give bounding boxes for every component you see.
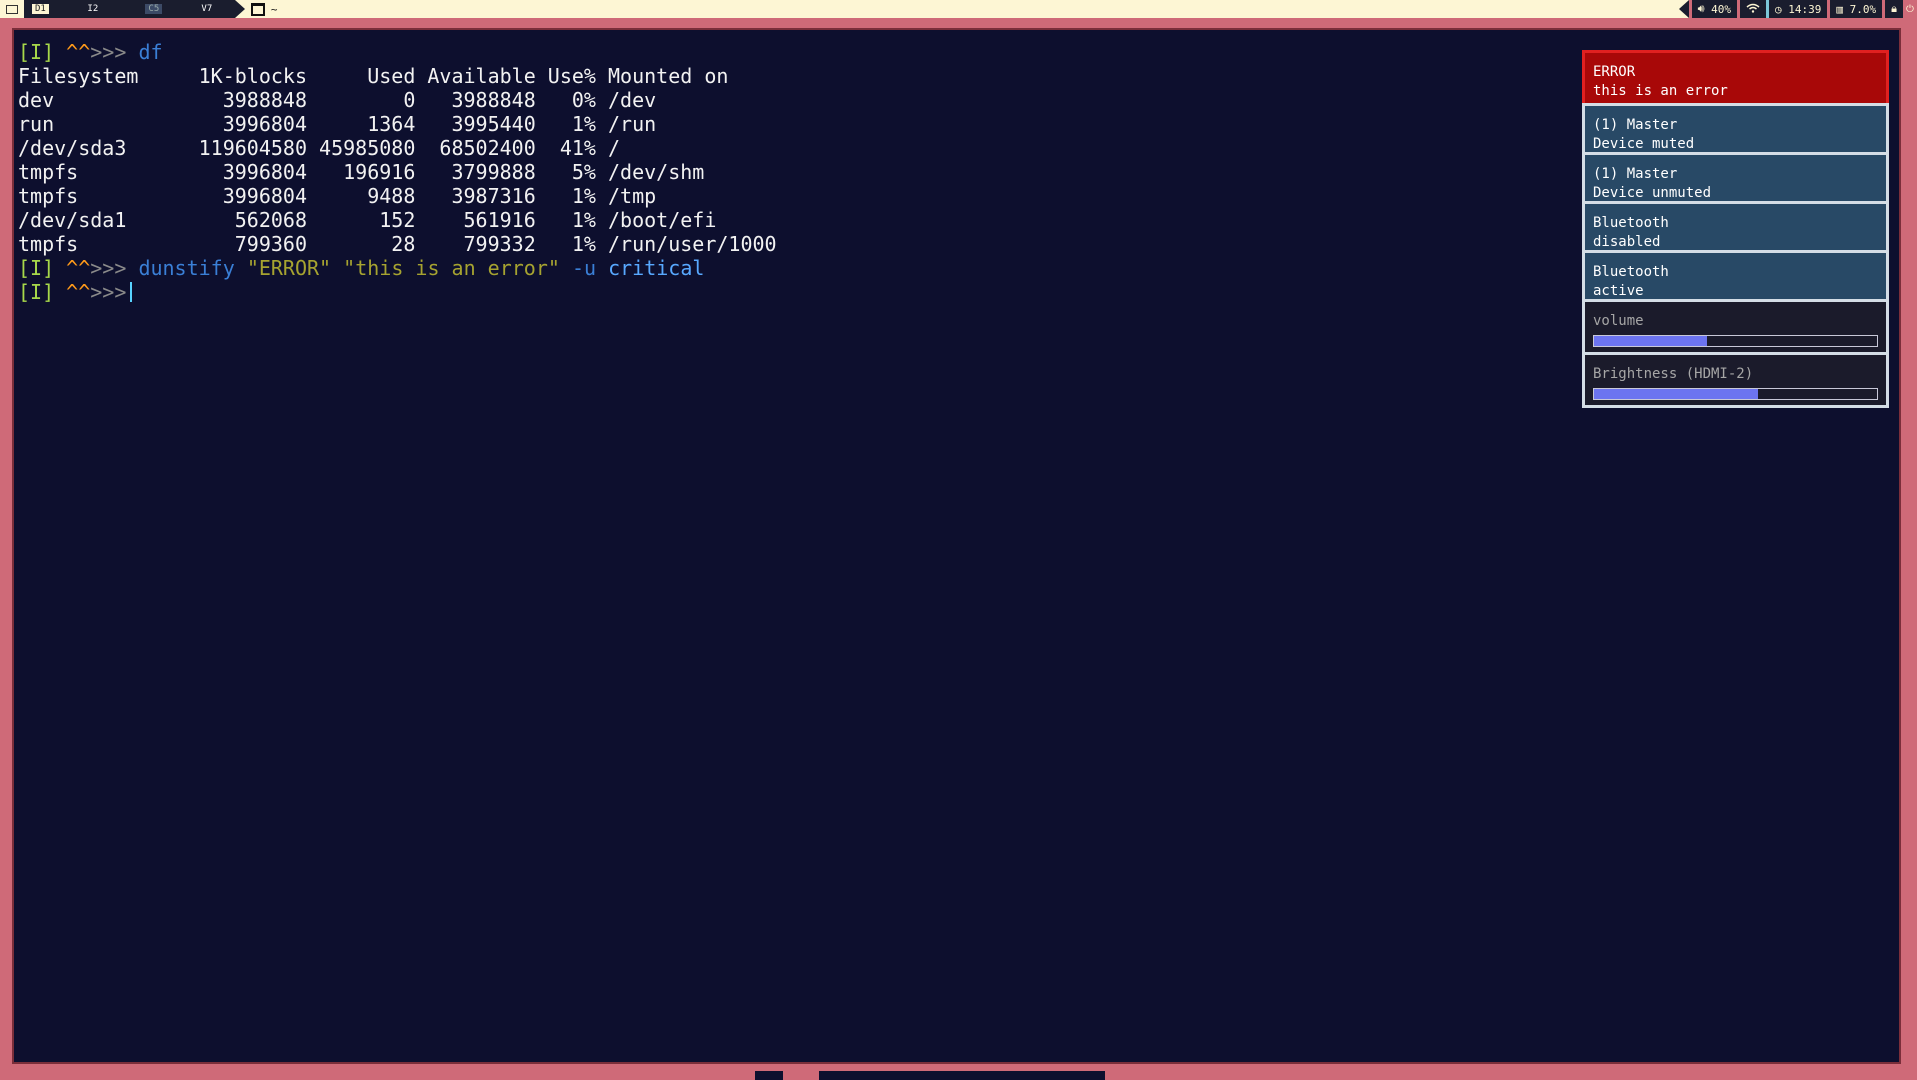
notification-low[interactable]: volume xyxy=(1582,299,1889,355)
bar-right: 🔊︎ 40% ◷ 14:39 ▥ 7.0% 🔒︎ ⏻ xyxy=(1678,0,1917,18)
volume-progress-bar xyxy=(1593,335,1878,347)
prompt-arrows: >>> xyxy=(90,280,127,304)
notification-summary: Bluetooth xyxy=(1593,264,1669,280)
prompt-mode: [I] xyxy=(18,280,55,304)
notification-summary: Bluetooth xyxy=(1593,215,1669,231)
workspace-label: I2 xyxy=(87,4,99,14)
notification-summary: ERROR xyxy=(1593,64,1636,80)
power-button[interactable]: ⏻ xyxy=(1903,0,1917,18)
progress-fill xyxy=(1594,389,1759,399)
command-flag: -u xyxy=(571,256,597,280)
notification-normal[interactable]: (1) Master Device muted xyxy=(1582,103,1889,155)
volume-status[interactable]: 🔊︎ 40% xyxy=(1691,0,1738,18)
window-title-text: ~ xyxy=(270,2,278,16)
powerline-separator xyxy=(1678,0,1689,18)
clock-status[interactable]: ◷ 14:39 xyxy=(1769,0,1828,18)
notification-summary: Brightness (HDMI-2) xyxy=(1593,366,1754,382)
workspace-label: V7 xyxy=(201,4,213,14)
clock-value: 14:39 xyxy=(1788,2,1822,16)
cpu-status[interactable]: ▥ 7.0% xyxy=(1830,0,1883,18)
notification-normal[interactable]: Bluetooth disabled xyxy=(1582,201,1889,253)
command-name: dunstify xyxy=(138,256,235,280)
lock-button[interactable]: 🔒︎ xyxy=(1885,0,1903,18)
prompt: [I] ^^>>> xyxy=(18,40,126,64)
notification-stack: ERROR this is an error (1) Master Device… xyxy=(1582,50,1889,408)
lock-icon: 🔒︎ xyxy=(1891,2,1897,15)
prompt-arrows: >>> xyxy=(90,256,127,280)
notification-summary: (1) Master xyxy=(1593,166,1678,182)
layout-icon[interactable] xyxy=(0,0,24,18)
window-title: ~ xyxy=(245,0,278,18)
cpu-value: 7.0% xyxy=(1849,2,1877,16)
workspace-label: C5 xyxy=(145,4,163,14)
volume-value: 40% xyxy=(1711,2,1732,16)
df-row: dev 3988848 0 3988848 0% /dev xyxy=(18,88,657,112)
bottom-edge-gap xyxy=(783,1071,819,1080)
prompt-carets: ^^ xyxy=(66,40,91,64)
prompt-carets: ^^ xyxy=(66,256,91,280)
prompt-mode: [I] xyxy=(18,40,55,64)
workspace-1[interactable]: D1 xyxy=(24,0,57,18)
df-row: /dev/sda1 562068 152 561916 1% /boot/efi xyxy=(18,208,717,232)
window-icon xyxy=(250,2,265,16)
df-row: run 3996804 1364 3995440 1% /run xyxy=(18,112,657,136)
workspace-4[interactable]: V7 xyxy=(178,0,235,18)
notification-normal[interactable]: Bluetooth active xyxy=(1582,250,1889,302)
cpu-icon: ▥ xyxy=(1836,2,1850,16)
workspace-3[interactable]: C5 xyxy=(128,0,179,18)
notification-body: this is an error xyxy=(1593,83,1728,99)
df-row: tmpfs 3996804 196916 3799888 5% /dev/shm xyxy=(18,160,705,184)
powerline-separator xyxy=(234,0,245,18)
clock-icon: ◷ xyxy=(1775,2,1789,16)
prompt: [I] ^^>>> xyxy=(18,256,126,280)
df-row: tmpfs 799360 28 799332 1% /run/user/1000 xyxy=(18,232,777,256)
command-arg: "this is an error" xyxy=(343,256,560,280)
text-cursor[interactable] xyxy=(130,282,133,302)
prompt-arrows: >>> xyxy=(90,40,127,64)
top-bar: D1 I2 C5 V7 ~ 🔊︎ 40% ◷ 14:39 ▥ 7.0% 🔒︎ ⏻ xyxy=(0,0,1917,18)
df-row: /dev/sda3 119604580 45985080 68502400 41… xyxy=(18,136,621,160)
wifi-status[interactable] xyxy=(1740,0,1767,18)
notification-summary: volume xyxy=(1593,313,1644,329)
bottom-edge xyxy=(755,1071,1105,1080)
command-text: df xyxy=(138,40,163,64)
df-header: Filesystem 1K-blocks Used Available Use%… xyxy=(18,64,729,88)
notification-low[interactable]: Brightness (HDMI-2) xyxy=(1582,352,1889,408)
notification-critical[interactable]: ERROR this is an error xyxy=(1582,50,1889,106)
power-icon: ⏻ xyxy=(1906,3,1914,15)
workspace-2[interactable]: I2 xyxy=(56,0,129,18)
workspace-label: D1 xyxy=(32,4,49,14)
command-arg: "ERROR" xyxy=(246,256,332,280)
prompt-carets: ^^ xyxy=(66,280,91,304)
command-flag-value: critical xyxy=(608,256,705,280)
notification-normal[interactable]: (1) Master Device unmuted xyxy=(1582,152,1889,204)
wifi-icon xyxy=(1746,3,1760,16)
speaker-icon: 🔊︎ xyxy=(1697,2,1712,15)
prompt-mode: [I] xyxy=(18,256,55,280)
brightness-progress-bar xyxy=(1593,388,1878,400)
notification-summary: (1) Master xyxy=(1593,117,1678,133)
terminal-output: [I] ^^>>> df Filesystem 1K-blocks Used A… xyxy=(18,40,777,304)
df-row: tmpfs 3996804 9488 3987316 1% /tmp xyxy=(18,184,657,208)
prompt: [I] ^^>>> xyxy=(18,280,126,304)
progress-fill xyxy=(1594,336,1708,346)
bar-left: D1 I2 C5 V7 ~ xyxy=(0,0,277,18)
